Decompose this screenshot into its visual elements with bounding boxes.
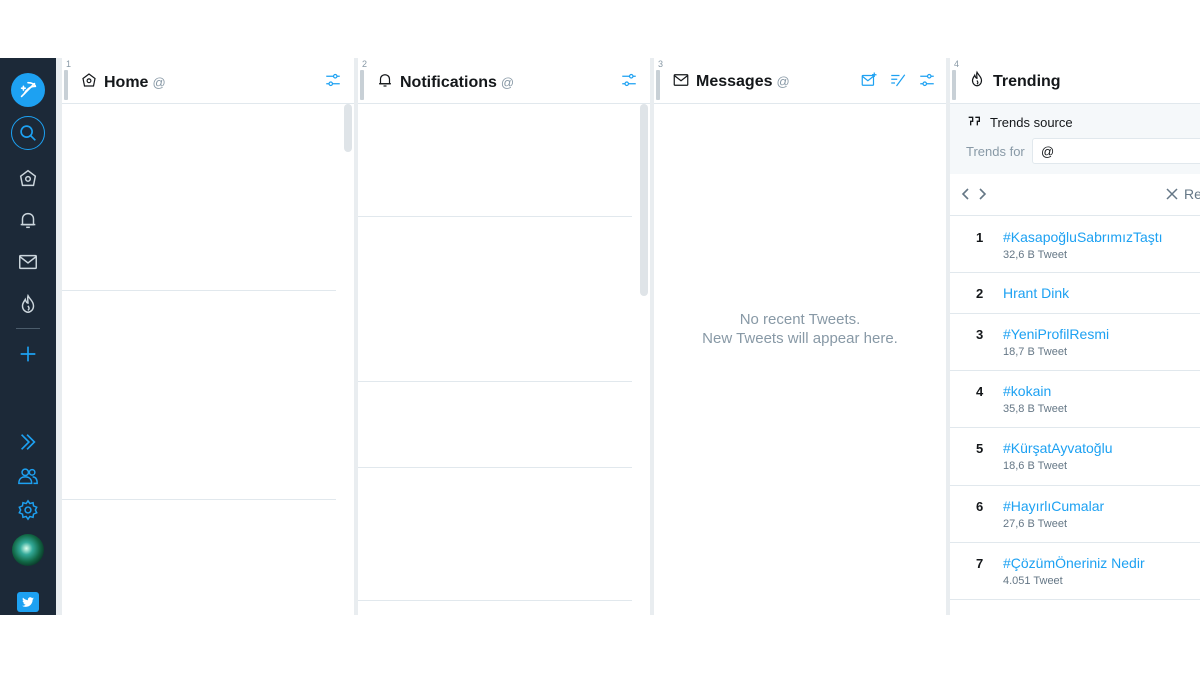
feed-divider [358,381,632,382]
column-options-icon[interactable] [324,71,342,89]
feed-divider [358,467,632,468]
trends-options-panel: Trends source Trends for @ [950,104,1200,174]
drag-handle[interactable] [64,70,68,100]
column-title: Notifications @ [400,74,515,91]
trend-count: 18,7 B Tweet [1003,346,1068,358]
column-number: 4 [954,59,960,69]
empty-state: No recent Tweets. New Tweets will appear… [654,310,946,348]
trend-rank: 4 [976,384,984,399]
trend-rank: 6 [976,499,984,514]
messages-icon[interactable] [11,245,45,279]
trend-rank: 2 [976,286,984,301]
trend-name[interactable]: #KasapoğluSabrımızTaştı [1003,229,1163,245]
scrollbar[interactable] [344,104,352,152]
chevron-left-icon[interactable] [958,186,972,202]
trend-rank: 3 [976,327,984,342]
column-messages: Messages @ No recent Tweets. New Tweets w… [654,58,946,615]
avatar[interactable] [12,534,44,566]
trend-name[interactable]: #HayırlıCumalar [1003,498,1104,514]
trend-item[interactable]: 2 Hrant Dink [950,273,1200,314]
trending-icon[interactable] [11,287,45,321]
home-icon[interactable] [11,161,45,195]
tweetdeck-app: Home @ 1 Notifications @ 2 Messages @ No… [0,58,1200,615]
trend-rank: 7 [976,556,984,571]
trend-item[interactable]: 5 #KürşatAyvatoğlu 18,6 B Tweet [950,428,1200,486]
column-options-icon[interactable] [620,71,638,89]
new-message-icon[interactable] [860,71,878,89]
feed-divider [358,600,632,601]
trend-item[interactable]: 1 #KasapoğluSabrımızTaştı 32,6 B Tweet [950,216,1200,273]
trend-count: 35,8 B Tweet [1003,403,1068,415]
trend-name[interactable]: #ÇözümÖneriniz Nedir [1003,555,1145,571]
chevron-right-icon[interactable] [976,186,990,202]
scrollbar[interactable] [640,104,648,296]
trend-count: 32,6 B Tweet [1003,249,1068,261]
messages-icon [672,71,690,89]
add-column-icon[interactable] [11,337,45,371]
trend-name[interactable]: #kokain [1003,383,1051,399]
trends-for-input[interactable]: @ [1032,138,1200,164]
column-title: Trending [993,73,1061,90]
column-home: Home @ [62,58,354,615]
sidebar-divider [16,328,40,329]
trends-source[interactable]: Trends source [966,114,1073,130]
trend-rank: 5 [976,441,984,456]
trend-name[interactable]: Hrant Dink [1003,285,1069,301]
search-icon[interactable] [11,116,45,150]
trend-name[interactable]: #KürşatAyvatoğlu [1003,440,1112,456]
feed-divider [62,290,336,291]
feed-divider [62,499,336,500]
trends-source-label: Trends source [990,114,1073,130]
trending-icon [968,70,986,88]
trends-nav-bar: Re [950,174,1200,216]
trend-count: 4.051 Tweet [1003,575,1063,587]
close-icon [1166,188,1178,200]
drag-handle[interactable] [952,70,956,100]
twitter-logo-icon[interactable] [17,592,39,612]
column-header: Messages @ [654,58,946,104]
column-notifications: Notifications @ [358,58,650,615]
settings-icon[interactable] [11,493,45,527]
feed-divider [358,216,632,217]
column-header: Trending [950,58,1200,104]
compose-icon[interactable] [11,73,45,107]
notifications-icon[interactable] [11,203,45,237]
column-number: 2 [362,59,368,69]
column-title: Home @ [104,74,166,91]
column-title: Messages @ [696,73,790,90]
remove-label: Re [1184,186,1200,202]
empty-state-line2: New Tweets will appear here. [702,330,898,347]
page-bottom-margin [0,615,1200,675]
home-icon [80,71,98,89]
column-header: Notifications @ [358,58,650,104]
remove-button[interactable]: Re [1166,186,1200,202]
expand-icon[interactable] [11,425,45,459]
trend-item[interactable]: 3 #YeniProfilResmi 18,7 B Tweet [950,314,1200,371]
trends-for-label: Trends for [966,144,1025,159]
notifications-icon [376,71,394,89]
mark-read-icon[interactable] [889,71,907,89]
quote-icon [968,116,980,126]
sidebar [0,58,56,615]
trend-item[interactable]: 6 #HayırlıCumalar 27,6 B Tweet [950,486,1200,543]
trend-item[interactable]: 7 #ÇözümÖneriniz Nedir 4.051 Tweet [950,543,1200,600]
column-number: 3 [658,59,664,69]
trend-count: 27,6 B Tweet [1003,518,1068,530]
accounts-icon[interactable] [11,459,45,493]
trend-item[interactable]: 4 #kokain 35,8 B Tweet [950,371,1200,428]
column-trending: Trending Trends source Trends for @ Re 1… [950,58,1200,615]
empty-state-line1: No recent Tweets. [739,311,861,328]
tweet-feed[interactable] [62,104,354,615]
drag-handle[interactable] [656,70,660,100]
trend-count: 18,6 B Tweet [1003,460,1068,472]
trend-rank: 1 [976,230,984,245]
column-header: Home @ [62,58,354,104]
notification-feed[interactable] [358,104,650,615]
trend-name[interactable]: #YeniProfilResmi [1003,326,1109,342]
column-number: 1 [66,59,72,69]
column-options-icon[interactable] [918,71,936,89]
drag-handle[interactable] [360,70,364,100]
